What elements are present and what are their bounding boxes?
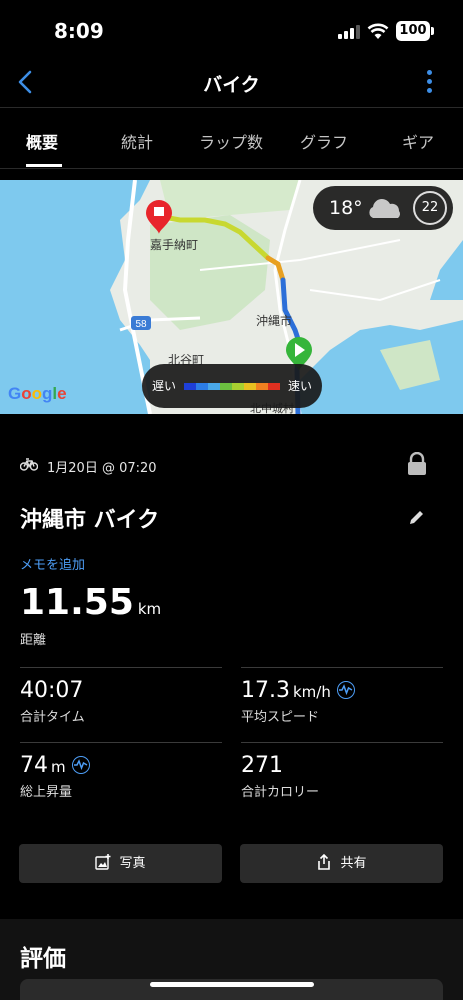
photo-button-label: 写真: [119, 856, 146, 871]
route-map[interactable]: 58 嘉手納町 沖縄市 北谷町 北中城村 18° 22 遅い 速い Google: [0, 180, 463, 414]
stat-label: 平均スピード: [241, 710, 320, 725]
rating-section: 評価: [0, 919, 463, 1000]
activity-summary: 1月20日 @ 07:20 沖縄市 バイク メモを追加 11.55 km 距離 4…: [0, 414, 463, 919]
distance-number: 11.55: [20, 582, 134, 623]
tab-bar: 概要 統計 ラップ数 グラフ ギア: [0, 109, 463, 169]
place-label: 嘉手納町: [150, 238, 199, 252]
share-icon: [318, 854, 331, 870]
bike-icon: [20, 458, 38, 471]
photo-button[interactable]: 写真: [19, 844, 222, 883]
speed-legend: 遅い 速い: [142, 364, 322, 408]
stat-value: 40:07: [20, 678, 84, 703]
stat-total-calories: 271 合計カロリー: [241, 742, 443, 817]
temperature: 18°: [329, 197, 363, 219]
weather-badge: 18° 22: [313, 186, 453, 230]
distance-unit: km: [137, 600, 162, 618]
stat-label: 合計カロリー: [241, 785, 320, 800]
active-tab-indicator: [26, 164, 62, 167]
legend-slow-label: 遅い: [152, 379, 177, 393]
add-memo-link[interactable]: メモを追加: [20, 554, 85, 573]
add-photo-icon: [95, 854, 111, 870]
cellular-signal-icon: [338, 25, 360, 39]
stat-value: 17.3: [241, 678, 290, 703]
share-button[interactable]: 共有: [240, 844, 443, 883]
google-logo: Google: [8, 384, 67, 403]
lock-icon[interactable]: [406, 452, 428, 476]
stat-label: 総上昇量: [20, 785, 73, 800]
place-label: 沖縄市: [256, 314, 293, 328]
stat-label: 合計タイム: [20, 710, 85, 725]
finish-marker-icon: [146, 200, 172, 234]
page-title: バイク: [203, 74, 260, 96]
wind-speed-icon: 22: [413, 191, 447, 225]
activity-title: 沖縄市 バイク: [20, 508, 160, 533]
edit-pencil-icon[interactable]: [408, 508, 426, 526]
tab-graph[interactable]: グラフ: [300, 129, 348, 153]
distance-value: 11.55 km: [20, 582, 161, 623]
nav-header: バイク: [0, 60, 463, 108]
wifi-icon: [367, 23, 389, 39]
stat-value: 271: [241, 753, 283, 778]
stat-total-ascent: 74 m 総上昇量: [20, 742, 222, 817]
home-indicator[interactable]: [150, 982, 314, 987]
tab-stats[interactable]: 統計: [121, 129, 153, 153]
tab-overview[interactable]: 概要: [26, 129, 58, 153]
pulse-info-icon[interactable]: [336, 681, 355, 699]
tab-gear[interactable]: ギア: [402, 129, 434, 153]
stat-avg-speed: 17.3 km/h 平均スピード: [241, 667, 443, 742]
rating-title: 評価: [20, 946, 66, 972]
share-button-label: 共有: [340, 856, 367, 871]
speed-gradient-bar: [184, 383, 280, 390]
pulse-info-icon[interactable]: [71, 756, 90, 774]
status-bar: 8:09 100: [0, 0, 463, 60]
legend-fast-label: 速い: [287, 379, 312, 393]
distance-label: 距離: [20, 633, 47, 648]
stat-unit: m: [51, 758, 66, 776]
stat-total-time: 40:07 合計タイム: [20, 667, 222, 742]
more-options-icon[interactable]: [427, 70, 433, 94]
cloud-icon: [369, 199, 400, 218]
stat-value: 74: [20, 753, 48, 778]
activity-date: 1月20日 @ 07:20: [47, 461, 157, 476]
tab-laps[interactable]: ラップ数: [199, 129, 263, 153]
status-time: 8:09: [54, 19, 104, 43]
stat-unit: km/h: [292, 683, 331, 701]
battery-indicator: 100: [396, 21, 434, 41]
